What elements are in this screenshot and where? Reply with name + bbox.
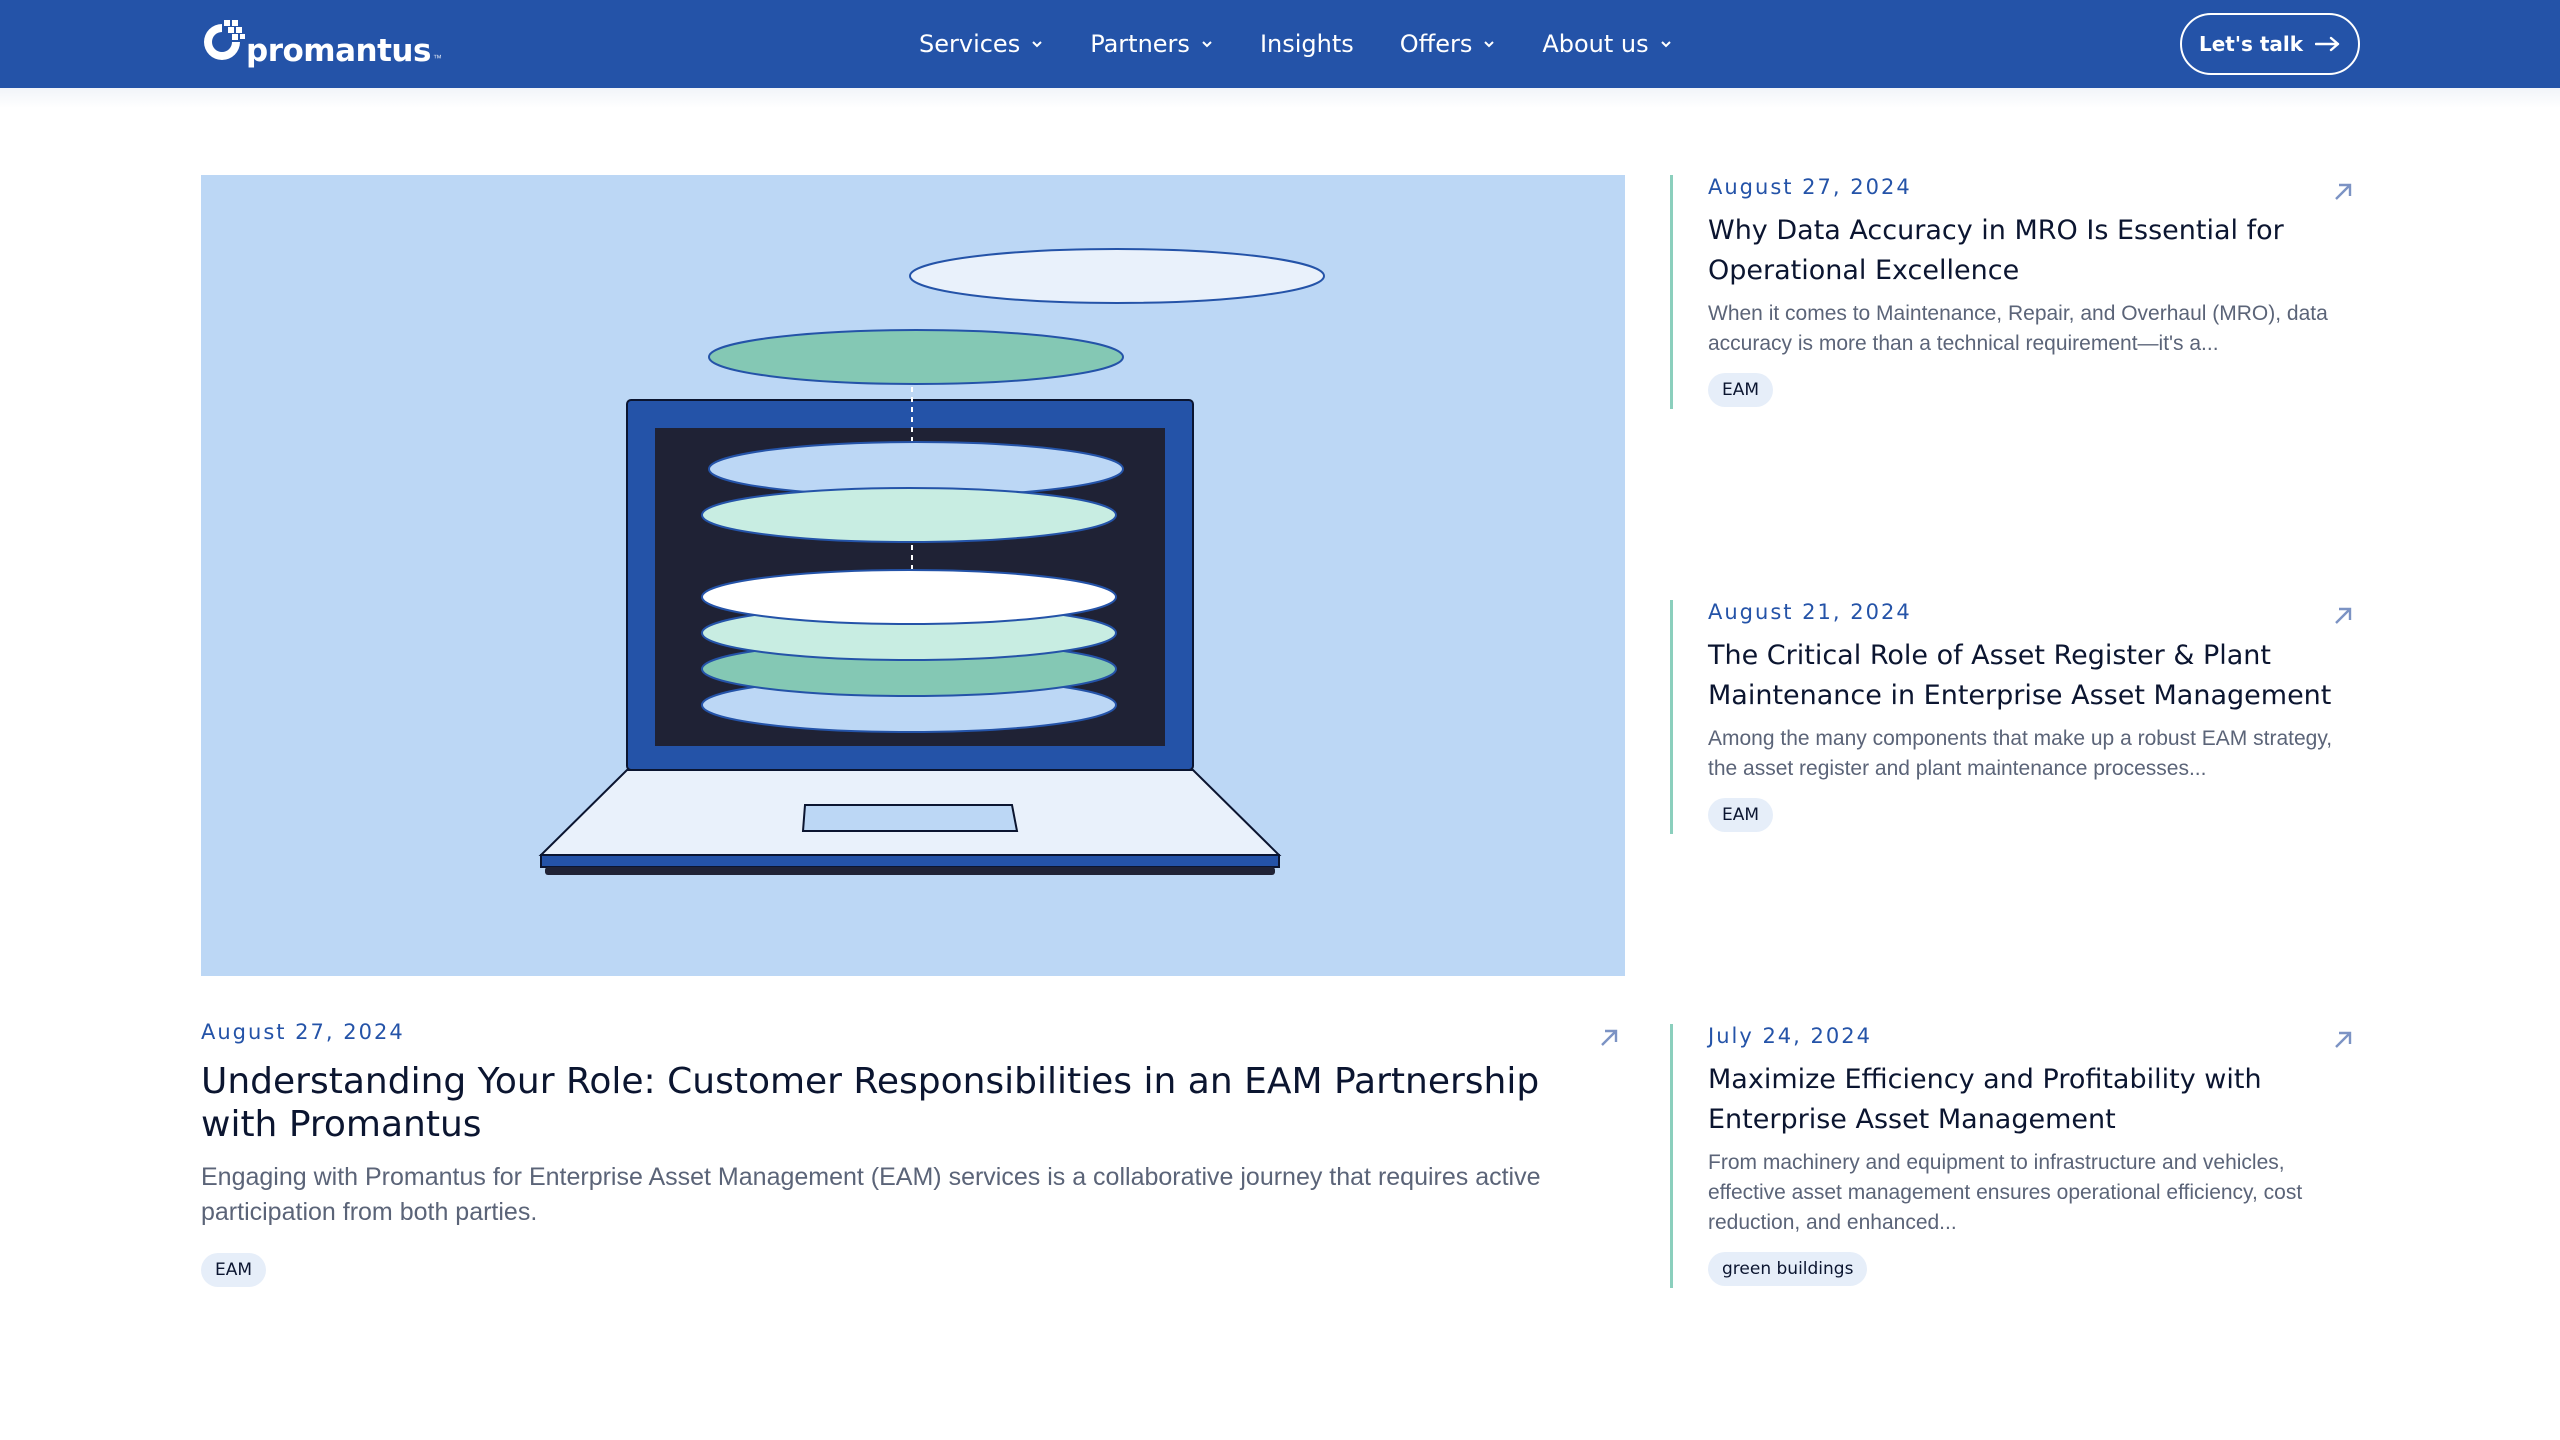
arrow-right-icon [2315,36,2340,52]
nav-item-about-us[interactable]: About us [1542,30,1672,58]
nav-label: Services [919,30,1021,58]
article-date: August 27, 2024 [201,1020,405,1044]
featured-article-excerpt: Engaging with Promantus for Enterprise A… [201,1163,1541,1226]
article-date: August 21, 2024 [1708,600,1912,624]
article-title[interactable]: Maximize Efficiency and Profitability wi… [1708,1060,2360,1140]
nav-item-offers[interactable]: Offers [1400,30,1497,58]
tag-badge[interactable]: green buildings [1708,1252,1868,1286]
side-article-card[interactable]: August 27, 2024 Why Data Accuracy in MRO… [1670,175,2360,409]
article-date: July 24, 2024 [1708,1024,1872,1048]
article-excerpt: Among the many components that make up a… [1708,727,2333,780]
external-link-arrow-icon[interactable] [2332,181,2354,203]
nav-label: About us [1542,30,1649,58]
tag-badge[interactable]: EAM [1708,798,1774,832]
side-article-card[interactable]: August 21, 2024 The Critical Role of Ass… [1670,600,2360,834]
external-link-arrow-icon[interactable] [2332,605,2354,627]
chevron-down-icon [1660,41,1671,48]
cta-label: Let's talk [2198,32,2304,56]
article-title[interactable]: Why Data Accuracy in MRO Is Essential fo… [1708,211,2360,291]
nav-item-partners[interactable]: Partners [1090,30,1214,58]
side-article-card[interactable]: July 24, 2024 Maximize Efficiency and Pr… [1670,1024,2360,1288]
nav-label: Insights [1259,30,1354,58]
chevron-down-icon [1202,41,1212,48]
chevron-down-icon [1032,41,1042,48]
lets-talk-button[interactable]: Let's talk [2180,13,2360,75]
article-excerpt: From machinery and equipment to infrastr… [1708,1151,2303,1234]
site-logo[interactable]: promantus ™ [200,14,442,74]
promantus-logo-icon [204,20,245,60]
chevron-down-icon [1484,41,1495,48]
featured-article-title[interactable]: Understanding Your Role: Customer Respon… [201,1060,1625,1146]
main-nav: Services Partners Insights Offers About … [919,0,1673,88]
external-link-arrow-icon[interactable] [1598,1027,1620,1049]
external-link-arrow-icon[interactable] [2332,1029,2354,1051]
logo-wordmark: promantus [246,33,431,69]
tag-badge[interactable]: EAM [201,1253,267,1287]
laptop-data-illustration [538,248,1325,875]
article-title[interactable]: The Critical Role of Asset Register & Pl… [1708,636,2360,716]
site-header: promantus ™ Services Partners Insights O… [0,0,2560,88]
featured-article-meta: August 27, 2024 [201,1020,1625,1044]
nav-label: Partners [1090,30,1190,58]
header-shadow [0,88,2560,108]
featured-article-tags: EAM [201,1253,267,1287]
featured-article-image[interactable] [201,175,1625,976]
article-excerpt: When it comes to Maintenance, Repair, an… [1708,302,2328,355]
nav-item-insights[interactable]: Insights [1260,30,1354,58]
tag-badge[interactable]: EAM [1708,373,1774,407]
nav-label: Offers [1399,30,1473,58]
article-date: August 27, 2024 [1708,175,1912,199]
trademark-symbol: ™ [432,53,442,63]
nav-item-services[interactable]: Services [919,30,1044,58]
